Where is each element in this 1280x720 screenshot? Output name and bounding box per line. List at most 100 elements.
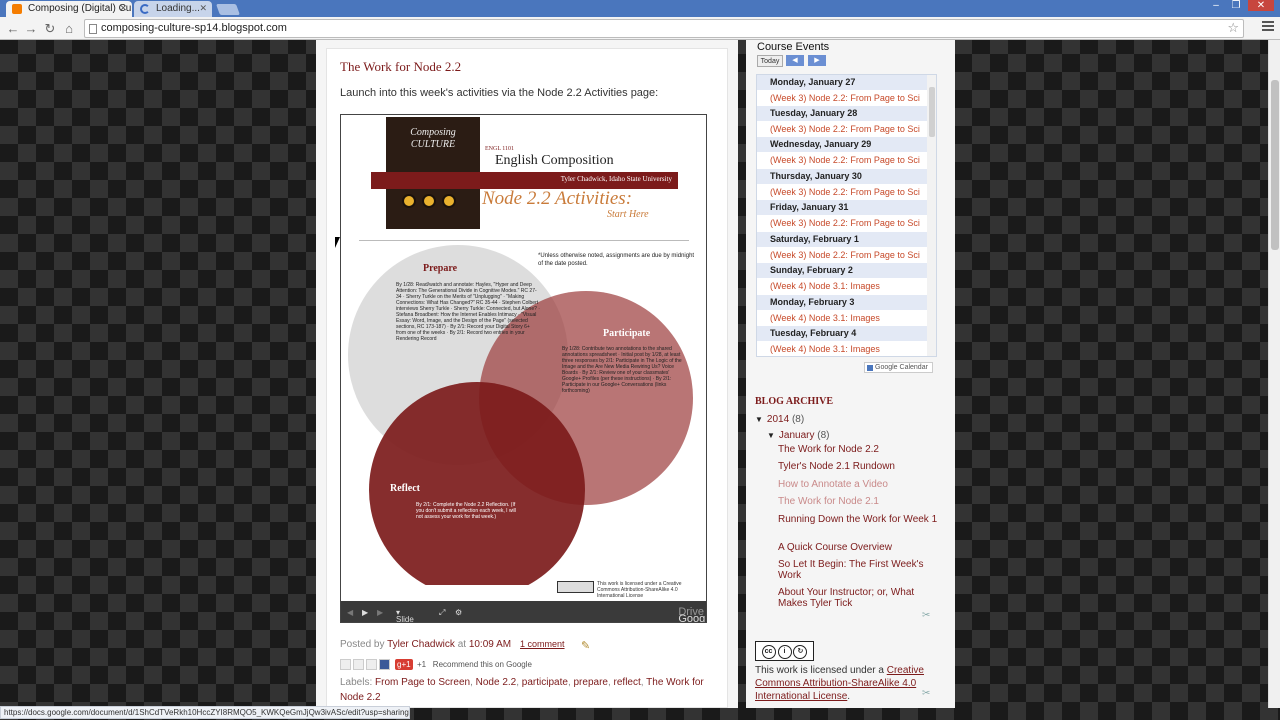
tab-composing-culture[interactable]: Composing (Digital) Cultu ✕	[6, 1, 132, 17]
course-title: English Composition	[495, 153, 614, 168]
calendar-event[interactable]: (Week 3) Node 2.2: From Page to Sci	[757, 90, 927, 106]
browser-tab-strip: Composing (Digital) Cultu ✕ Loading... ✕…	[0, 0, 1280, 17]
expand-triangle-icon[interactable]: ▼	[767, 431, 775, 440]
calendar-day: Saturday, February 1	[757, 232, 927, 247]
calendar-event[interactable]: (Week 3) Node 2.2: From Page to Sci	[757, 152, 927, 168]
settings-gear-icon[interactable]: ⚙	[455, 608, 462, 617]
next-slide-icon[interactable]: ▶	[377, 608, 383, 617]
participate-text: By 1/28: Contribute two annotations to t…	[562, 346, 682, 394]
wrench-icon[interactable]: ✂	[922, 688, 930, 699]
archive-post-link[interactable]: Running Down the Work for Week 1	[778, 514, 938, 525]
calendar-day: Tuesday, January 28	[757, 106, 927, 121]
new-tab-button[interactable]	[215, 4, 241, 15]
fullscreen-icon[interactable]: ⤢	[439, 608, 445, 618]
plus-one-text: +1 Recommend this on Google	[417, 660, 532, 669]
recommend-text: Recommend this on Google	[432, 660, 532, 669]
bookmark-star-icon[interactable]: ☆	[1227, 20, 1239, 36]
archive-post-link[interactable]: Tyler's Node 2.1 Rundown	[778, 461, 938, 472]
calendar-event[interactable]: (Week 4) Node 3.1: Images	[757, 278, 927, 294]
google-plus-button[interactable]: g+1	[395, 659, 413, 670]
label-link[interactable]: Node 2.2	[476, 677, 517, 688]
home-icon[interactable]: ⌂	[60, 20, 78, 37]
label-link[interactable]: reflect	[614, 677, 641, 688]
calendar-agenda: Monday, January 27 (Week 3) Node 2.2: Fr…	[756, 74, 937, 357]
blog-archive-title: BLOG ARCHIVE	[755, 396, 834, 407]
window-controls: – ❐ ✕	[1208, 0, 1274, 11]
calendar-event[interactable]: (Week 3) Node 2.2: From Page to Sci	[757, 121, 927, 137]
calendar-day: Tuesday, February 4	[757, 326, 927, 341]
tab-loading[interactable]: Loading... ✕	[134, 1, 212, 17]
back-arrow-icon[interactable]: ←	[4, 20, 22, 37]
previous-slide-icon[interactable]: ◀	[347, 608, 353, 617]
reflect-label: Reflect	[390, 483, 420, 494]
calendar-event[interactable]: (Week 4) Node 3.1: Images	[757, 310, 927, 326]
label-link[interactable]: From Page to Screen	[375, 677, 470, 688]
course-code: ENGL 1101	[485, 146, 515, 152]
post-labels: Labels: From Page to Screen, Node 2.2, p…	[340, 677, 704, 703]
logo-line-1: Composing	[410, 127, 456, 138]
minimize-icon[interactable]: –	[1208, 0, 1224, 11]
facebook-share-icon[interactable]	[379, 659, 390, 670]
post-title[interactable]: The Work for Node 2.2	[340, 59, 461, 75]
reflect-text: By 2/1: Complete the Node 2.2 Reflection…	[416, 502, 516, 520]
cc-license-badge[interactable]: cc i ↻	[755, 641, 814, 661]
play-icon[interactable]: ▶	[362, 608, 368, 617]
slide-license: This work is licensed under a Creative C…	[557, 581, 702, 599]
archive-post-link[interactable]: About Your Instructor; or, What Makes Ty…	[778, 587, 938, 609]
google-calendar-button[interactable]: Google Calendar	[864, 362, 933, 373]
post-time-link[interactable]: 10:09 AM	[469, 639, 511, 650]
embedded-slide[interactable]: Composing CULTURE Tyler Chadwick, Idaho …	[340, 114, 707, 623]
archive-post-link[interactable]: The Work for Node 2.1	[778, 496, 938, 507]
calendar-next-icon[interactable]: ▶	[808, 55, 826, 66]
archive-post-link[interactable]: How to Annotate a Video	[778, 479, 938, 490]
twitter-share-icon[interactable]	[366, 659, 377, 670]
calendar-event[interactable]: (Week 3) Node 2.2: From Page to Sci	[757, 215, 927, 231]
blogthis-icon[interactable]	[353, 659, 364, 670]
chrome-menu-icon[interactable]	[1262, 21, 1274, 33]
tab-title: Loading...	[156, 3, 200, 14]
calendar-day: Monday, January 27	[757, 75, 927, 90]
calendar-event[interactable]: (Week 4) Node 3.1: Images	[757, 341, 927, 356]
forward-arrow-icon[interactable]: →	[22, 20, 40, 37]
archive-post-link[interactable]: A Quick Course Overview	[778, 542, 938, 553]
calendar-scrollbar[interactable]	[927, 75, 936, 356]
sa-icon: ↻	[793, 645, 808, 659]
email-share-icon[interactable]	[340, 659, 351, 670]
calendar-prev-icon[interactable]: ◀	[786, 55, 804, 66]
calendar-day: Friday, January 31	[757, 200, 927, 215]
close-tab-icon[interactable]: ✕	[199, 3, 207, 14]
label-link[interactable]: prepare	[574, 677, 608, 688]
prepare-label: Prepare	[423, 263, 458, 274]
scrollbar-thumb[interactable]	[1271, 80, 1279, 250]
calendar-day: Thursday, January 30	[757, 169, 927, 184]
close-window-icon[interactable]: ✕	[1248, 0, 1274, 11]
close-tab-icon[interactable]: ✕	[119, 3, 127, 14]
wrench-icon[interactable]: ✂	[922, 610, 930, 621]
slide-node-subtitle: Start Here	[607, 209, 649, 220]
google-drive-logo[interactable]: Google Drive	[678, 606, 706, 622]
maximize-icon[interactable]: ❐	[1228, 0, 1244, 11]
reload-icon[interactable]: ↻	[41, 20, 59, 37]
post-footer: Posted by Tyler Chadwick at 10:09 AM 1 c…	[340, 639, 591, 652]
comments-link[interactable]: 1 comment	[520, 639, 565, 649]
archive-month-january[interactable]: ▼ January (8)	[767, 430, 830, 441]
tab-title: Composing (Digital) Cultu	[28, 3, 132, 14]
address-bar[interactable]: composing-culture-sp14.blogspot.com ☆	[84, 19, 1244, 38]
calendar-event[interactable]: (Week 3) Node 2.2: From Page to Sci	[757, 247, 927, 263]
archive-post-link[interactable]: The Work for Node 2.2	[778, 444, 938, 455]
logo-line-2: CULTURE	[410, 139, 456, 150]
archive-year-2014[interactable]: ▼ 2014 (8)	[755, 414, 804, 425]
post-author-link[interactable]: Tyler Chadwick	[387, 639, 455, 650]
edit-pencil-icon[interactable]: ✎	[581, 639, 590, 652]
archive-post-link[interactable]: So Let It Begin: The First Week's Work	[778, 559, 938, 581]
label-link[interactable]: participate	[522, 677, 568, 688]
page-scrollbar[interactable]	[1268, 40, 1280, 708]
page-icon	[89, 24, 97, 34]
blog-post: The Work for Node 2.2 Launch into this w…	[326, 48, 728, 708]
today-button[interactable]: Today	[757, 55, 783, 67]
slide-banner: Tyler Chadwick, Idaho State University	[371, 172, 678, 189]
expand-triangle-icon[interactable]: ▼	[755, 415, 763, 424]
cc-icon: cc	[761, 645, 776, 659]
calendar-event[interactable]: (Week 3) Node 2.2: From Page to Sci	[757, 184, 927, 200]
slide-selector[interactable]: Slide 1 ▾	[396, 608, 414, 622]
